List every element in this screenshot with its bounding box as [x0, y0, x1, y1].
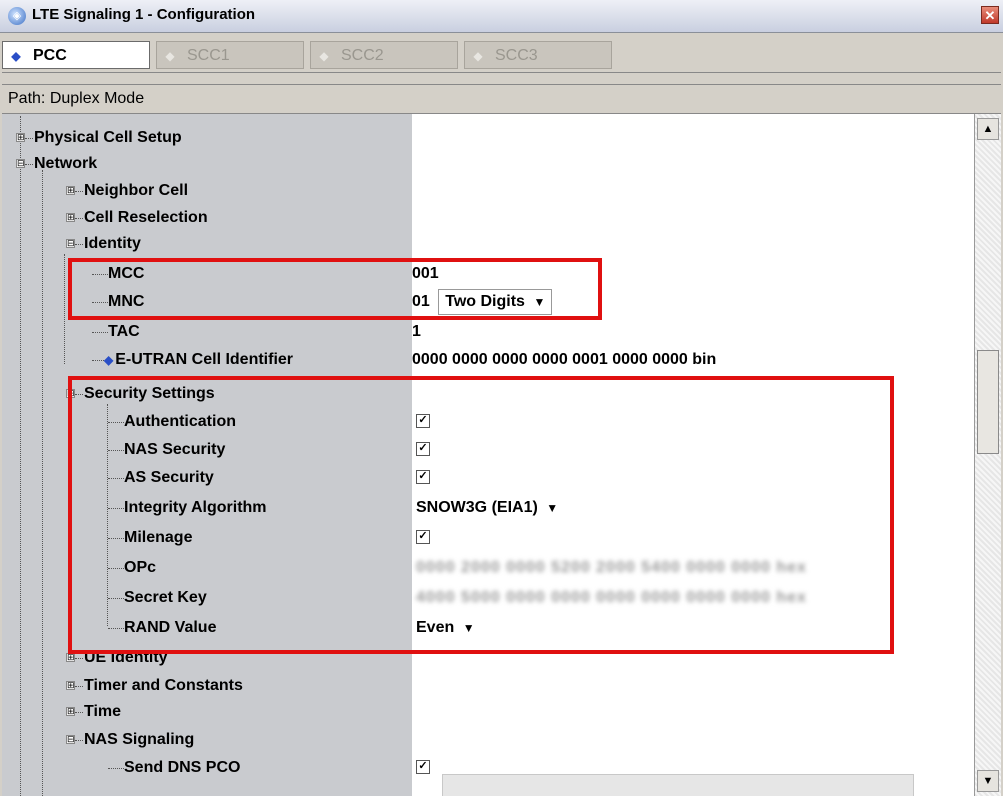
collapse-icon[interactable]: ⊟ — [66, 735, 75, 744]
tab-label: SCC1 — [187, 47, 230, 64]
scrollbar-thumb[interactable] — [977, 350, 999, 454]
param-label: Send DNS PCO — [124, 759, 241, 776]
carrier-tabs: ◆ PCC ◆ SCC1 ◆ SCC2 ◆ SCC3 — [2, 40, 1001, 73]
highlight-box-identity — [68, 258, 602, 320]
tab-label: PCC — [33, 47, 67, 64]
param-row-tac: TAC 1 — [2, 318, 972, 346]
app-logo-icon: ◈ — [8, 7, 26, 25]
param-row-eutran-cell-id: ◆ E-UTRAN Cell Identifier 0000 0000 0000 … — [2, 346, 972, 374]
tree-node-label: Time — [84, 703, 122, 720]
config-window: ◈ LTE Signaling 1 - Configuration ✕ ◆ PCC… — [0, 0, 1003, 796]
tree-connector — [25, 138, 33, 139]
tree-node-time[interactable]: ⊞ Time — [2, 698, 972, 726]
path-bar: Path: Duplex Mode — [2, 84, 1001, 114]
tree-node-neighbor-cell[interactable]: ⊞ Neighbor Cell — [2, 177, 972, 205]
tree-node-physical-cell-setup[interactable]: ⊞ Physical Cell Setup — [2, 124, 972, 152]
diamond-icon: ◆ — [473, 49, 483, 63]
expand-icon[interactable]: ⊞ — [66, 707, 75, 716]
tree-node-label: Physical Cell Setup — [34, 129, 182, 146]
tree-node-cell-reselection[interactable]: ⊞ Cell Reselection — [2, 204, 972, 232]
title-bar[interactable]: ◈ LTE Signaling 1 - Configuration ✕ — [0, 0, 1003, 33]
param-label: TAC — [108, 323, 140, 340]
tree-connector — [108, 768, 124, 769]
partial-input-field[interactable] — [442, 774, 914, 796]
tab-scc2[interactable]: ◆ SCC2 — [310, 41, 458, 69]
eutran-cell-id-value[interactable]: 0000 0000 0000 0000 0001 0000 0000 bin — [412, 346, 716, 374]
param-label: E-UTRAN Cell Identifier — [115, 351, 294, 368]
path-value: Duplex Mode — [49, 90, 145, 107]
tree-connector — [75, 686, 83, 687]
tab-pcc[interactable]: ◆ PCC — [2, 41, 150, 69]
tree-node-label: Identity — [84, 235, 141, 252]
diamond-icon: ◆ — [104, 353, 114, 367]
close-button[interactable]: ✕ — [981, 6, 999, 24]
vertical-scrollbar[interactable]: ▲ ▼ — [974, 114, 1001, 796]
collapse-icon[interactable]: ⊟ — [66, 239, 75, 248]
tree-node-timer-and-constants[interactable]: ⊞ Timer and Constants — [2, 672, 972, 700]
tree-connector — [75, 658, 83, 659]
scroll-up-button[interactable]: ▲ — [977, 118, 999, 140]
tree-connector — [75, 244, 83, 245]
diamond-icon: ◆ — [165, 49, 175, 63]
expand-icon[interactable]: ⊞ — [66, 213, 75, 222]
window-title: LTE Signaling 1 - Configuration — [32, 6, 256, 23]
diamond-icon: ◆ — [319, 49, 329, 63]
expand-icon[interactable]: ⊞ — [66, 653, 75, 662]
tac-value[interactable]: 1 — [412, 318, 421, 346]
expand-icon[interactable]: ⊞ — [66, 681, 75, 690]
tab-scc3[interactable]: ◆ SCC3 — [464, 41, 612, 69]
tree-connector — [92, 332, 108, 333]
tree-connector — [75, 218, 83, 219]
collapse-icon[interactable]: ⊟ — [16, 159, 25, 168]
diamond-icon: ◆ — [11, 49, 21, 63]
tree-node-label: Neighbor Cell — [84, 182, 189, 199]
tree-connector — [92, 360, 104, 361]
scroll-down-button[interactable]: ▼ — [977, 770, 999, 792]
tree-node-label: NAS Signaling — [84, 731, 195, 748]
expand-icon[interactable]: ⊞ — [16, 133, 25, 142]
tree-node-label: Network — [34, 155, 98, 172]
tab-label: SCC3 — [495, 47, 538, 64]
tab-label: SCC2 — [341, 47, 384, 64]
send-dns-pco-checkbox[interactable]: ✓ — [416, 759, 430, 774]
path-label: Path: — [8, 90, 46, 107]
tree-node-label: Cell Reselection — [84, 209, 208, 226]
tree-connector — [75, 191, 83, 192]
tree-node-label: Timer and Constants — [84, 677, 243, 694]
param-label-group: ◆ E-UTRAN Cell Identifier — [104, 346, 293, 374]
tree-node-identity[interactable]: ⊟ Identity — [2, 230, 972, 258]
tree-connector — [75, 712, 83, 713]
expand-icon[interactable]: ⊞ — [66, 186, 75, 195]
tree-connector — [75, 740, 83, 741]
tree-node-network[interactable]: ⊟ Network — [2, 150, 972, 178]
tab-scc1[interactable]: ◆ SCC1 — [156, 41, 304, 69]
tree-node-nas-signaling[interactable]: ⊟ NAS Signaling — [2, 726, 972, 754]
tree-connector — [25, 164, 33, 165]
highlight-box-security — [68, 376, 894, 654]
config-tree-panel: ⊞ Physical Cell Setup ⊟ Network ⊞ Neighb… — [2, 114, 1001, 796]
